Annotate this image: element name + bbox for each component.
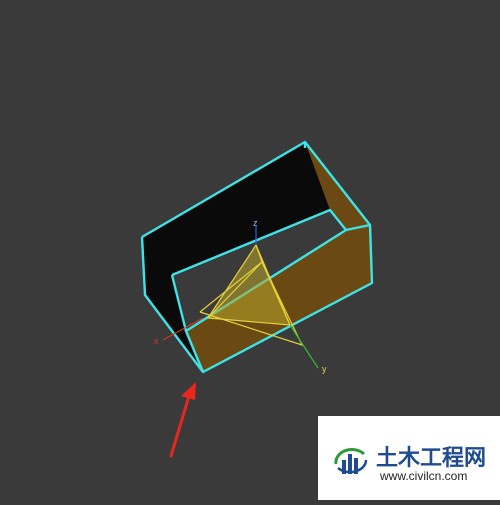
watermark: 土木工程网 www.civilcn.com	[318, 416, 500, 500]
y-axis-line	[289, 324, 319, 369]
y-axis-label: y	[322, 364, 327, 374]
building-bars-logo-icon	[334, 448, 368, 474]
x-axis-label: x	[154, 336, 159, 346]
3d-viewport[interactable]: x y z 土木工程网 www.civilcn.com	[0, 0, 500, 500]
annotation-arrow	[169, 382, 196, 458]
watermark-url: www.civilcn.com	[380, 469, 468, 483]
z-axis-label: z	[253, 218, 258, 228]
watermark-site-name: 土木工程网	[376, 446, 487, 471]
